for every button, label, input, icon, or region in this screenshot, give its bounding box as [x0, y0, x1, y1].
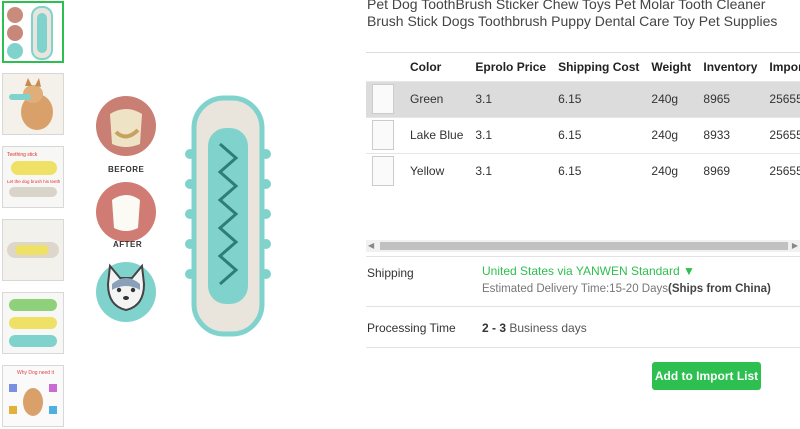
column-header-price: Eprolo Price	[475, 59, 547, 74]
column-header-image	[366, 53, 404, 81]
variant-shipping: 6.15	[552, 116, 646, 153]
variant-imported: 256558796	[763, 116, 800, 153]
processing-days: 2 - 3	[482, 321, 507, 335]
after-caption: AFTER	[113, 240, 143, 249]
variant-weight: 240g	[645, 80, 698, 117]
thumbnail-2[interactable]	[2, 73, 64, 135]
toothbrush-toy-illustration	[185, 95, 271, 337]
divider	[366, 347, 800, 348]
variant-inventory: 8969	[697, 152, 764, 189]
table-header-row: Color Eprolo Price Shipping Cost Weight …	[366, 53, 800, 81]
product-title: Pet Dog ToothBrush Sticker Chew Toys Pet…	[367, 0, 778, 29]
variant-inventory: 8965	[697, 80, 764, 117]
thumbnail-5-image	[3, 293, 63, 353]
estimated-delivery-text: Estimated Delivery Time:15-20 Days	[482, 283, 668, 295]
variant-thumbnail	[372, 84, 394, 114]
table-row[interactable]: Yellow 3.1 6.15 240g 8969 256558797	[366, 152, 800, 189]
thumbnail-1[interactable]	[2, 1, 64, 63]
scroll-left-arrow-icon[interactable]: ◀	[368, 241, 374, 250]
variant-weight: 240g	[645, 116, 698, 153]
variant-image-cell	[366, 152, 404, 189]
add-to-import-list-button[interactable]: Add to Import List	[652, 362, 761, 390]
scrollbar-thumb[interactable]	[380, 242, 788, 250]
processing-time-value: 2 - 3 Business days	[482, 321, 587, 335]
variant-price: 3.1	[469, 116, 553, 153]
thumbnail-3-image: Teething stick Let the dog brush his tee…	[3, 147, 63, 207]
variant-inventory: 8933	[697, 116, 764, 153]
thumbnail-4[interactable]	[2, 219, 64, 281]
main-product-image: BEFORE AFTER	[88, 84, 288, 344]
column-header-imported: Imported	[769, 59, 800, 74]
variant-price: 3.1	[469, 152, 553, 189]
column-header-weight: Weight	[651, 59, 692, 74]
divider	[366, 256, 800, 257]
thumbnail-6[interactable]: Why Dog need it	[2, 365, 64, 427]
thumbnail-2-image	[3, 74, 63, 134]
thumbnail-3-title: Teething stick	[7, 152, 38, 158]
column-header-color: Color	[410, 59, 442, 74]
thumbnail-1-image	[7, 6, 53, 60]
table-horizontal-scrollbar[interactable]: ◀ ▶	[366, 240, 800, 252]
variant-imported: 256558797	[763, 152, 800, 189]
processing-time-label: Processing Time	[367, 321, 456, 335]
thumbnail-6-title: Why Dog need it	[17, 370, 55, 376]
variant-thumbnail	[372, 120, 394, 150]
variant-color: Green	[404, 80, 470, 117]
shipping-label: Shipping	[367, 266, 414, 280]
thumbnail-5[interactable]	[2, 292, 64, 354]
variants-table: Color Eprolo Price Shipping Cost Weight …	[366, 53, 800, 189]
scroll-right-arrow-icon[interactable]: ▶	[792, 241, 798, 250]
variant-image-cell	[366, 80, 404, 117]
column-header-inventory: Inventory	[703, 59, 758, 74]
variant-image-cell	[366, 116, 404, 153]
processing-unit: Business days	[506, 321, 587, 335]
variants-table-container: Color Eprolo Price Shipping Cost Weight …	[366, 52, 800, 252]
ships-from-text: (Ships from China)	[667, 283, 771, 295]
estimated-delivery: Estimated Delivery Time:15-20 Days(Ships…	[482, 283, 771, 295]
thumbnail-3[interactable]: Teething stick Let the dog brush his tee…	[2, 146, 64, 208]
thumbnail-4-image	[3, 220, 63, 280]
table-row[interactable]: Green 3.1 6.15 240g 8965 256558795	[366, 80, 800, 117]
variant-thumbnail	[372, 156, 394, 187]
thumbnail-6-image: Why Dog need it	[3, 366, 63, 426]
shipping-method-dropdown[interactable]: United States via YANWEN Standard ▼	[482, 264, 695, 278]
variant-imported: 256558795	[763, 80, 800, 117]
variant-color: Lake Blue	[404, 116, 470, 153]
divider	[366, 306, 800, 307]
variant-color: Yellow	[404, 152, 470, 189]
table-row[interactable]: Lake Blue 3.1 6.15 240g 8933 256558796	[366, 116, 800, 153]
variant-shipping: 6.15	[552, 152, 646, 189]
before-caption: BEFORE	[108, 165, 145, 174]
column-header-shipping: Shipping Cost	[558, 59, 640, 74]
variant-weight: 240g	[645, 152, 698, 189]
thumbnail-3-text: Let the dog brush his teeth	[7, 179, 61, 184]
variant-price: 3.1	[469, 80, 553, 117]
variant-shipping: 6.15	[552, 80, 646, 117]
